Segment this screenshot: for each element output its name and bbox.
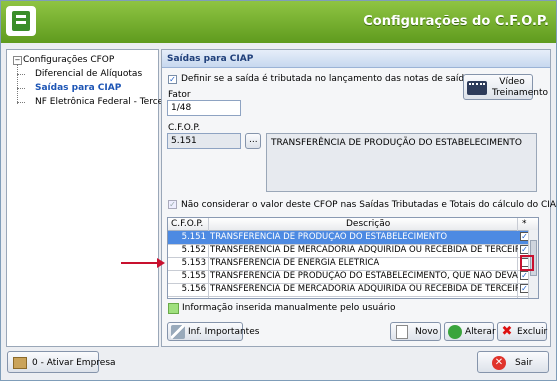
video-treinamento-button[interactable]: Vídeo Treinamento: [463, 74, 548, 100]
edit-icon: [448, 325, 462, 339]
exit-icon: ✕: [492, 356, 506, 370]
cfop-input[interactable]: 5.151: [167, 133, 241, 149]
enterprise-icon: [13, 357, 27, 369]
cfop-label: C.F.O.P.: [168, 123, 201, 133]
nao-considerar-checkbox[interactable]: ✓: [168, 200, 177, 209]
annotation-arrow: [121, 262, 161, 264]
inf-importantes-button[interactable]: Inf. Importantes: [167, 322, 259, 341]
sair-button[interactable]: ✕ Sair: [477, 351, 549, 373]
column-descricao[interactable]: Descrição: [346, 219, 390, 229]
nao-considerar-label: Não considerar o valor deste CFOP nas Sa…: [181, 200, 557, 210]
define-tributada-label: Definir se a saída é tributada no lançam…: [181, 74, 480, 84]
tree-item-diferencial[interactable]: Diferencial de Alíquotas: [35, 69, 142, 79]
manual-entry-legend-swatch: [168, 303, 179, 314]
column-cfop[interactable]: C.F.O.P.: [171, 219, 203, 229]
table-row[interactable]: 5.152 TRANSFERÊNCIA DE MERCADORIA ADQUIR…: [168, 244, 529, 258]
new-document-icon: [396, 325, 408, 339]
tools-icon: [171, 325, 185, 339]
video-label-1: Vídeo: [499, 77, 525, 87]
tree-root[interactable]: Configurações CFOP: [23, 55, 114, 65]
panel-header: Saídas para CIAP: [162, 50, 550, 68]
annotation-arrow-head: [157, 258, 165, 268]
panel-header-label: Saídas para CIAP: [167, 54, 254, 64]
fator-label: Fator: [168, 90, 191, 100]
manual-entry-legend-label: Informação inserida manualmente pelo usu…: [182, 303, 396, 313]
table-row[interactable]: 5.151 TRANSFERÊNCIA DE PRODUÇÃO DO ESTAB…: [168, 231, 529, 245]
excluir-button[interactable]: ✖ Excluir: [497, 322, 547, 341]
window-title: Configurações do C.F.O.P.: [363, 14, 549, 29]
cfop-lookup-button[interactable]: ...: [245, 133, 261, 149]
cfop-description-field[interactable]: TRANSFERÊNCIA DE PRODUÇÃO DO ESTABELECIM…: [266, 133, 537, 192]
app-logo-icon: [6, 6, 36, 36]
cfop-grid: C.F.O.P. Descrição * 5.151 TRANSFERÊNCIA…: [167, 217, 539, 299]
alterar-button[interactable]: Alterar: [444, 322, 496, 341]
novo-button[interactable]: Novo: [390, 322, 441, 341]
cfop-config-window: Configurações do C.F.O.P. − Configuraçõe…: [0, 0, 557, 381]
annotation-highlight-box: [520, 255, 534, 271]
delete-icon: ✖: [501, 324, 513, 339]
config-tree: − Configurações CFOP Diferencial de Alíq…: [6, 49, 163, 347]
video-label-2: Treinamento: [492, 88, 548, 98]
tree-item-saidas-ciap[interactable]: Saídas para CIAP: [35, 83, 121, 93]
film-icon: [467, 81, 487, 95]
grid-header: C.F.O.P. Descrição *: [168, 218, 538, 231]
title-bar: Configurações do C.F.O.P.: [1, 1, 556, 43]
saidas-ciap-panel: Saídas para CIAP ✓ Definir se a saída é …: [161, 49, 557, 347]
fator-input[interactable]: 1/48: [167, 100, 241, 116]
tree-item-nf-eletronica[interactable]: NF Eletrônica Federal - Terce: [35, 97, 163, 107]
define-tributada-checkbox[interactable]: ✓: [168, 75, 177, 84]
table-row[interactable]: 5.155 TRANSFERÊNCIA DE PRODUÇÃO DO ESTAB…: [168, 270, 529, 284]
ativar-empresa-button[interactable]: 0 - Ativar Empresa: [7, 351, 116, 373]
table-row[interactable]: 5.156 TRANSFERÊNCIA DE MERCADORIA ADQUIR…: [168, 283, 529, 297]
column-flag[interactable]: *: [522, 219, 527, 229]
table-row[interactable]: 5.153 TRANSFERÊNCIA DE ENERGIA ELÉTRICA: [168, 257, 529, 271]
